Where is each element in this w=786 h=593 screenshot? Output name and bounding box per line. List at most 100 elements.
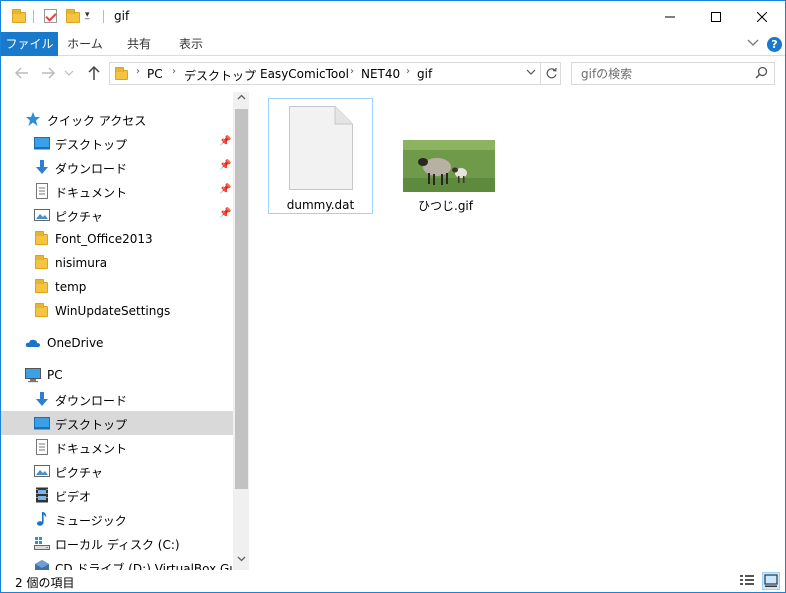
tab-view[interactable]: 表示 — [167, 32, 215, 56]
nav-quick-downloads[interactable]: ダウンロード 📌 — [1, 155, 233, 179]
nav-quick-access[interactable]: クイック アクセス — [1, 107, 233, 131]
pin-icon[interactable]: 📌 — [219, 136, 231, 147]
maximize-button[interactable] — [693, 1, 739, 32]
nav-item-label: WinUpdateSettings — [55, 304, 171, 318]
address-toolbar: › PC › デスクトップ › EasyComicTool › NET40 › … — [1, 57, 785, 91]
folder-icon — [34, 303, 50, 319]
chevron-down-icon — [64, 70, 74, 76]
scroll-down-button[interactable] — [233, 553, 249, 570]
customize-quick-access-icon[interactable]: ▾̲ — [85, 10, 101, 26]
tab-file[interactable]: ファイル — [1, 32, 58, 56]
chevron-up-icon — [237, 94, 246, 100]
computer-icon — [25, 368, 41, 383]
desktop-icon — [34, 417, 50, 430]
scroll-up-button[interactable] — [233, 92, 249, 109]
help-icon[interactable]: ? — [767, 37, 782, 52]
nav-item-label: ローカル ディスク (C:) — [55, 538, 180, 552]
breadcrumb-pc[interactable]: PC — [147, 67, 163, 81]
nav-pc-desktop[interactable]: デスクトップ — [1, 411, 233, 435]
chevron-down-icon — [237, 556, 246, 562]
properties-icon[interactable] — [43, 8, 59, 24]
nav-quick-pictures[interactable]: ピクチャ 📌 — [1, 203, 233, 227]
nav-pc-downloads[interactable]: ダウンロード — [1, 387, 233, 411]
chevron-right-icon[interactable]: › — [248, 66, 252, 77]
blank-file-icon — [289, 106, 353, 190]
breadcrumb-gif[interactable]: gif — [417, 67, 432, 81]
details-view-icon — [740, 575, 754, 585]
maximize-icon — [711, 11, 721, 22]
file-item-dummy-dat[interactable]: dummy.dat — [268, 98, 373, 214]
tab-share[interactable]: 共有 — [115, 32, 163, 56]
chevron-right-icon[interactable]: › — [136, 66, 140, 77]
chevron-right-icon[interactable]: › — [350, 66, 354, 77]
window-title: gif — [114, 9, 130, 23]
nav-pc-pictures[interactable]: ピクチャ — [1, 459, 233, 483]
chevron-right-icon[interactable]: › — [172, 66, 176, 77]
ribbon-tabs: ファイル ホーム 共有 表示 ? — [1, 32, 785, 56]
scroll-thumb[interactable] — [235, 109, 248, 489]
breadcrumb-desktop[interactable]: デスクトップ — [184, 67, 256, 84]
nav-pc[interactable]: PC — [1, 363, 233, 387]
picture-icon — [34, 209, 50, 221]
nav-quick-folder-nisimura[interactable]: nisimura — [1, 251, 233, 275]
nav-item-label: ダウンロード — [55, 394, 128, 408]
large-icons-view-icon — [764, 574, 778, 587]
nav-pc-label: PC — [47, 368, 63, 382]
file-list-pane[interactable]: dummy.dat ひつじ.gif — [251, 92, 785, 570]
breadcrumb-net40[interactable]: NET40 — [361, 67, 400, 81]
nav-pc-music[interactable]: ミュージック — [1, 507, 233, 531]
tab-home[interactable]: ホーム — [61, 32, 109, 56]
nav-item-label: ドキュメント — [55, 442, 128, 456]
close-button[interactable] — [739, 1, 785, 32]
nav-item-label: ピクチャ — [55, 210, 103, 224]
address-bar[interactable]: › PC › デスクトップ › EasyComicTool › NET40 › … — [109, 62, 561, 85]
folder-icon — [34, 255, 50, 271]
nav-quick-documents[interactable]: ドキュメント 📌 — [1, 179, 233, 203]
pin-icon[interactable]: 📌 — [219, 184, 231, 195]
nav-item-label: デスクトップ — [55, 418, 128, 432]
address-history-button[interactable] — [522, 65, 540, 83]
download-icon — [36, 160, 48, 174]
close-icon — [757, 11, 767, 22]
nav-pc-cd-drive-d[interactable]: CD ドライブ (D:) VirtualBox Guest Ac — [1, 555, 249, 570]
refresh-button[interactable] — [540, 63, 561, 84]
back-button[interactable] — [13, 65, 31, 83]
nav-onedrive[interactable]: OneDrive — [1, 331, 233, 355]
nav-pc-videos[interactable]: ビデオ — [1, 483, 233, 507]
folder-icon — [34, 231, 50, 247]
download-icon — [36, 392, 48, 406]
nav-item-label: Font_Office2013 — [55, 232, 153, 246]
details-view-button[interactable] — [739, 572, 757, 590]
recent-locations-button[interactable] — [63, 65, 75, 83]
pin-icon[interactable]: 📌 — [219, 160, 231, 171]
disk-icon — [34, 537, 50, 550]
nav-quick-folder-winupdatesettings[interactable]: WinUpdateSettings — [1, 299, 233, 323]
nav-item-label: ビデオ — [55, 490, 92, 504]
nav-item-label: ダウンロード — [55, 162, 128, 176]
nav-item-label: nisimura — [55, 256, 108, 270]
nav-quick-desktop[interactable]: デスクトップ 📌 — [1, 131, 233, 155]
breadcrumb-easycomictool[interactable]: EasyComicTool — [260, 67, 349, 81]
star-icon — [26, 112, 40, 126]
nav-quick-folder-temp[interactable]: temp — [1, 275, 233, 299]
forward-button[interactable] — [39, 65, 57, 83]
arrow-left-icon — [14, 67, 28, 79]
separator — [33, 10, 34, 23]
search-icon[interactable] — [755, 66, 768, 79]
large-icons-view-button[interactable] — [762, 572, 780, 590]
chevron-right-icon[interactable]: › — [406, 66, 410, 77]
nav-pc-local-disk-c[interactable]: ローカル ディスク (C:) — [1, 531, 233, 555]
status-bar: 2 個の項目 — [1, 570, 785, 592]
expand-ribbon-icon[interactable] — [747, 36, 759, 51]
up-button[interactable] — [85, 65, 103, 83]
file-item-sheep-gif[interactable]: ひつじ.gif — [393, 98, 498, 214]
minimize-button[interactable] — [647, 1, 693, 32]
nav-quick-folder-font-office2013[interactable]: Font_Office2013 — [1, 227, 233, 251]
pin-icon[interactable]: 📌 — [219, 208, 231, 219]
file-name: ひつじ.gif — [418, 199, 473, 213]
search-box[interactable] — [571, 62, 775, 85]
search-input[interactable] — [572, 63, 752, 84]
nav-pc-documents[interactable]: ドキュメント — [1, 435, 233, 459]
new-folder-icon[interactable] — [65, 8, 81, 24]
nav-scrollbar[interactable] — [233, 92, 249, 570]
